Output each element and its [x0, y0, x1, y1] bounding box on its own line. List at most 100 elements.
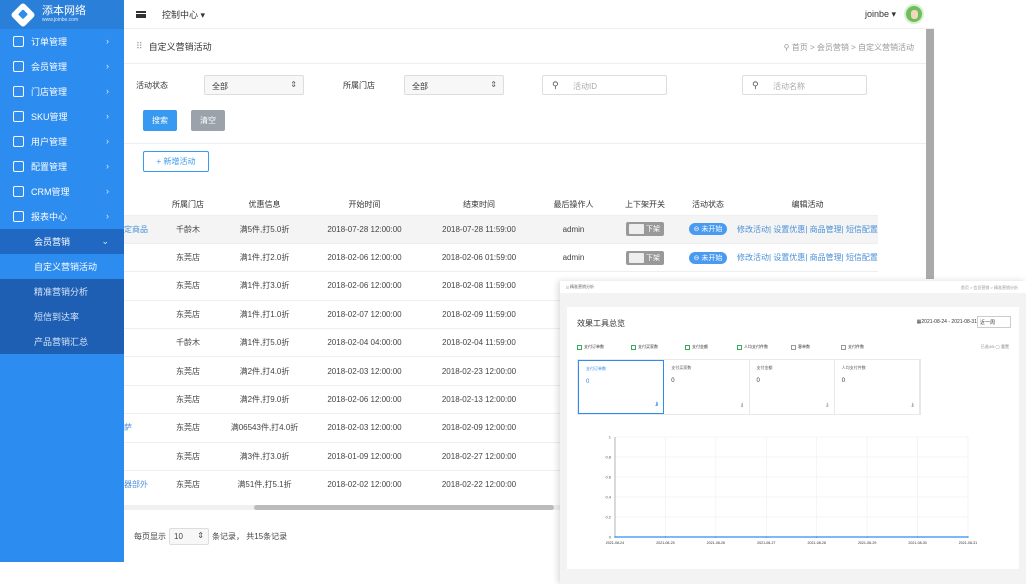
menu-icon	[13, 136, 24, 147]
activity-name-cell[interactable]: 器部外	[124, 470, 154, 499]
column-header: 上下架开关	[625, 200, 665, 210]
offer-cell: 满06543件,打4.0折	[222, 413, 307, 443]
offer-cell: 满2件,打9.0折	[222, 384, 307, 414]
status-text: 未开始	[701, 254, 723, 262]
control-center-dropdown[interactable]: 控制中心 ▾	[162, 8, 205, 21]
activity-name-cell[interactable]	[124, 242, 154, 272]
chevron-right-icon: ›	[106, 186, 109, 196]
offer-cell: 满51件,打5.1折	[222, 470, 307, 499]
sidebar-item[interactable]: 用户管理 ›	[0, 129, 124, 154]
page-size-select[interactable]: 10	[169, 528, 209, 545]
offer-cell: 满5件,打5.0折	[222, 214, 307, 244]
start-time-cell: 2018-02-06 12:00:00	[307, 271, 422, 301]
sidebar-item[interactable]: CRM管理 ›	[0, 179, 124, 204]
hamburger-menu-icon[interactable]	[136, 10, 146, 18]
add-activity-button[interactable]: + 新增活动	[143, 151, 209, 172]
x-tick-label: 2021-08-31	[959, 541, 977, 545]
actions-cell: 修改活动| 设置优惠| 商品管理| 短信配置	[737, 214, 878, 244]
menu-icon	[13, 36, 24, 47]
breadcrumb-text[interactable]: 首页 > 会员营销 > 自定义营销活动	[792, 43, 914, 52]
username[interactable]: joinbe ▾	[865, 9, 896, 20]
shelf-toggle[interactable]: 下架	[626, 222, 664, 237]
activity-name-cell[interactable]	[124, 384, 154, 414]
sidebar-item-label: 配置管理	[31, 162, 68, 172]
avatar[interactable]	[904, 4, 924, 24]
search-button[interactable]: 搜索	[143, 110, 177, 131]
data-point	[614, 536, 616, 538]
status-select[interactable]: 全部	[204, 75, 304, 95]
sidebar-item-open[interactable]: 会员营销 ⌄	[0, 229, 124, 254]
sidebar-item[interactable]: 订单管理 ›	[0, 29, 124, 54]
y-tick-label: 0	[609, 535, 612, 540]
activity-name-cell[interactable]	[124, 271, 154, 301]
menu-icon	[13, 161, 24, 172]
sidebar-item[interactable]: 门店管理 ›	[0, 79, 124, 104]
table-row[interactable]: 东莞店 满1件,打2.0折 2018-02-06 12:00:00 2018-02-0…	[124, 242, 878, 272]
chevron-right-icon: ›	[106, 211, 109, 221]
action-link[interactable]: 修改活动	[737, 225, 769, 234]
activity-name-cell[interactable]	[124, 299, 154, 329]
sidebar-item[interactable]: 报表中心 ›	[0, 204, 124, 229]
activity-name-cell[interactable]	[124, 356, 154, 386]
start-time-cell: 2018-02-07 12:00:00	[307, 299, 422, 329]
activity-name-placeholder: 活动名称	[773, 82, 805, 91]
search-icon: ⚲	[552, 80, 559, 90]
user-menu[interactable]: joinbe ▾	[865, 4, 924, 24]
sidebar-subitem[interactable]: 自定义营销活动	[0, 254, 124, 279]
activity-name-input[interactable]: ⚲ 活动名称	[742, 75, 867, 95]
analysis-breadcrumb[interactable]: 首页 > 会员营销 > 精准营销分析	[961, 285, 1018, 291]
action-link[interactable]: 修改活动	[737, 253, 769, 262]
chevron-down-icon: ⌄	[101, 236, 109, 246]
vertical-scrollbar[interactable]	[926, 29, 934, 279]
chevron-right-icon: ›	[106, 86, 109, 96]
data-point	[967, 536, 969, 538]
sidebar: 添本网络 www.joinbe.com 订单管理 › 会员管理 › 门店管理 › SKU管理…	[0, 0, 124, 562]
menu-icon	[13, 86, 24, 97]
search-icon: ⚲	[752, 80, 759, 90]
action-link[interactable]: 设置优惠	[773, 253, 805, 262]
sidebar-item[interactable]: 会员管理 ›	[0, 54, 124, 79]
operator-cell: admin	[536, 214, 611, 244]
shelf-toggle[interactable]: 下架	[626, 250, 664, 265]
column-header: 最后操作人	[553, 200, 594, 210]
toggle-knob	[629, 252, 644, 263]
activity-name-cell[interactable]	[124, 441, 154, 471]
scrollbar-thumb[interactable]	[254, 505, 554, 510]
status-cell: ⊖ 未开始	[679, 214, 737, 244]
offer-cell: 满1件,打5.0折	[222, 328, 307, 357]
action-link[interactable]: 商品管理	[810, 225, 842, 234]
action-link[interactable]: 商品管理	[810, 253, 842, 262]
logo[interactable]: 添本网络 www.joinbe.com	[0, 0, 124, 29]
breadcrumb: ⚲ 首页 > 会员营销 > 自定义营销活动	[783, 43, 914, 52]
sidebar-subitem[interactable]: 产品营销汇总	[0, 329, 124, 354]
clear-button[interactable]: 清空	[191, 110, 225, 131]
column-header: 结束时间	[463, 200, 495, 210]
end-time-cell: 2018-02-06 01:59:00	[422, 242, 536, 272]
sidebar-item[interactable]: SKU管理 ›	[0, 104, 124, 129]
sidebar-subitem[interactable]: 短信到达率	[0, 304, 124, 329]
activity-name-cell[interactable]: 萨	[124, 413, 154, 443]
action-link[interactable]: 短信配置	[846, 253, 878, 262]
sidebar-subitem[interactable]: 精准营销分析	[0, 279, 124, 304]
logo-icon	[10, 1, 36, 28]
activity-id-placeholder: 活动ID	[573, 82, 597, 91]
activity-name-cell[interactable]	[124, 328, 154, 357]
action-link[interactable]: 短信配置	[846, 225, 878, 234]
actions-cell: 修改活动| 设置优惠| 商品管理| 短信配置	[737, 242, 878, 272]
end-time-cell: 2018-02-22 12:00:00	[422, 470, 536, 499]
menu-icon	[13, 186, 24, 197]
sidebar-item[interactable]: 配置管理 ›	[0, 154, 124, 179]
action-link[interactable]: 设置优惠	[773, 225, 805, 234]
logo-subtext: www.joinbe.com	[42, 17, 79, 23]
activity-id-input[interactable]: ⚲ 活动ID	[542, 75, 667, 95]
x-tick-label: 2021-08-28	[808, 541, 826, 545]
activity-name-cell[interactable]: 定商品	[124, 214, 154, 244]
horizontal-scrollbar[interactable]	[124, 505, 574, 510]
chevron-right-icon: ›	[106, 111, 109, 121]
page-size-label: 每页显示	[134, 532, 166, 541]
end-time-cell: 2018-07-28 11:59:00	[422, 214, 536, 244]
store-select[interactable]: 全部	[404, 75, 504, 95]
table-row[interactable]: 定商品 千龄木 满5件,打5.0折 2018-07-28 12:00:00 2018-0…	[124, 214, 878, 244]
chevron-right-icon: ›	[106, 36, 109, 46]
menu-icon	[13, 111, 24, 122]
